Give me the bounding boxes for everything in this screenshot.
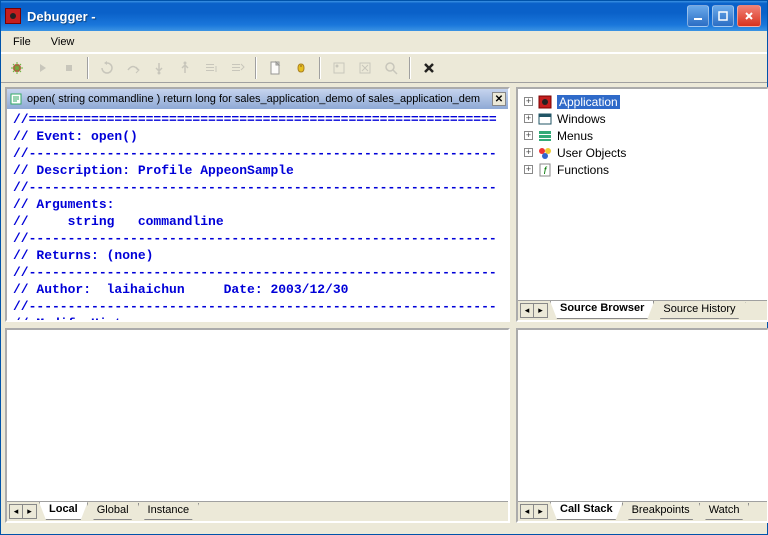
- variables-content[interactable]: [7, 330, 508, 501]
- menu-icon: [537, 128, 553, 144]
- expand-icon[interactable]: +: [524, 165, 533, 174]
- uobj-icon: [537, 145, 553, 161]
- tree-item-functions[interactable]: + f Functions: [522, 161, 763, 178]
- expand-icon[interactable]: +: [524, 148, 533, 157]
- callstack-tabs: ◂ ▸ Call Stack Breakpoints Watch: [518, 501, 767, 521]
- script-icon: [9, 92, 23, 106]
- window-buttons: [687, 5, 761, 27]
- tab-instance[interactable]: Instance: [138, 503, 200, 520]
- set-next-button[interactable]: [225, 56, 249, 80]
- tab-call-stack[interactable]: Call Stack: [550, 502, 623, 520]
- tab-nav-right[interactable]: ▸: [534, 504, 548, 519]
- tab-nav-right[interactable]: ▸: [534, 303, 548, 318]
- tree-item-label: Menus: [557, 129, 593, 143]
- func-icon: f: [537, 162, 553, 178]
- tree-item-label: User Objects: [557, 146, 626, 160]
- menu-bar: File View: [1, 31, 767, 53]
- tab-local[interactable]: Local: [39, 502, 88, 520]
- source-pane-title: open( string commandline ) return long f…: [27, 93, 490, 105]
- app-icon: [5, 8, 21, 24]
- clear-breakpoints-button[interactable]: [353, 56, 377, 80]
- tree-item-windows[interactable]: + Windows: [522, 110, 763, 127]
- variables-pane: ◂ ▸ Local Global Instance: [5, 328, 510, 523]
- title-bar[interactable]: Debugger -: [1, 1, 767, 31]
- win-icon: [537, 111, 553, 127]
- continue-button[interactable]: [31, 56, 55, 80]
- callstack-content[interactable]: [518, 330, 767, 501]
- quickwatch-button[interactable]: [379, 56, 403, 80]
- toolbar-sep: [319, 57, 321, 79]
- window-title: Debugger -: [27, 9, 687, 24]
- tree-item-label: Functions: [557, 163, 609, 177]
- edit-breakpoints-button[interactable]: [327, 56, 351, 80]
- run-to-cursor-button[interactable]: [199, 56, 223, 80]
- source-browser-tabs: ◂ ▸ Source Browser Source History: [518, 300, 767, 320]
- code-editor[interactable]: //======================================…: [7, 109, 508, 320]
- restart-button[interactable]: [95, 56, 119, 80]
- callstack-pane: ◂ ▸ Call Stack Breakpoints Watch: [516, 328, 768, 523]
- menu-view[interactable]: View: [43, 34, 83, 50]
- source-browser-pane: +Application+Windows+Menus+User Objects+…: [516, 87, 768, 322]
- tab-global[interactable]: Global: [87, 503, 139, 520]
- close-debugger-button[interactable]: [417, 56, 441, 80]
- tab-nav-left[interactable]: ◂: [520, 504, 534, 519]
- tab-nav-left[interactable]: ◂: [9, 504, 23, 519]
- expand-icon[interactable]: +: [524, 114, 533, 123]
- app-icon: [537, 94, 553, 110]
- tab-nav-right[interactable]: ▸: [23, 504, 37, 519]
- toolbar-sep: [409, 57, 411, 79]
- tree-item-menus[interactable]: + Menus: [522, 127, 763, 144]
- tree-item-application[interactable]: + Application: [522, 93, 763, 110]
- code-text: //======================================…: [7, 109, 508, 320]
- close-tab-button[interactable]: ✕: [492, 92, 506, 106]
- workspace: open( string commandline ) return long f…: [1, 83, 767, 534]
- tab-source-browser[interactable]: Source Browser: [550, 301, 654, 319]
- stop-debug-button[interactable]: [57, 56, 81, 80]
- debugger-window: Debugger - File View: [0, 0, 768, 535]
- expand-icon[interactable]: +: [524, 131, 533, 140]
- tree-item-label: Application: [557, 95, 620, 109]
- step-out-button[interactable]: [173, 56, 197, 80]
- new-script-button[interactable]: [263, 56, 287, 80]
- tab-watch[interactable]: Watch: [699, 503, 750, 520]
- step-into-button[interactable]: [147, 56, 171, 80]
- source-pane: open( string commandline ) return long f…: [5, 87, 510, 322]
- tab-breakpoints[interactable]: Breakpoints: [622, 503, 700, 520]
- expand-icon[interactable]: +: [524, 97, 533, 106]
- toolbar: [1, 53, 767, 83]
- tab-nav-left[interactable]: ◂: [520, 303, 534, 318]
- source-pane-header[interactable]: open( string commandline ) return long f…: [7, 89, 508, 109]
- toolbar-sep: [87, 57, 89, 79]
- tab-source-history[interactable]: Source History: [653, 302, 745, 319]
- toggle-breakpoint-button[interactable]: [289, 56, 313, 80]
- close-button[interactable]: [737, 5, 761, 27]
- object-tree[interactable]: +Application+Windows+Menus+User Objects+…: [518, 89, 767, 300]
- maximize-button[interactable]: [712, 5, 734, 27]
- tree-item-user-objects[interactable]: + User Objects: [522, 144, 763, 161]
- minimize-button[interactable]: [687, 5, 709, 27]
- step-over-button[interactable]: [121, 56, 145, 80]
- toolbar-sep: [255, 57, 257, 79]
- menu-file[interactable]: File: [5, 34, 39, 50]
- variables-tabs: ◂ ▸ Local Global Instance: [7, 501, 508, 521]
- tree-item-label: Windows: [557, 112, 606, 126]
- start-debug-button[interactable]: [5, 56, 29, 80]
